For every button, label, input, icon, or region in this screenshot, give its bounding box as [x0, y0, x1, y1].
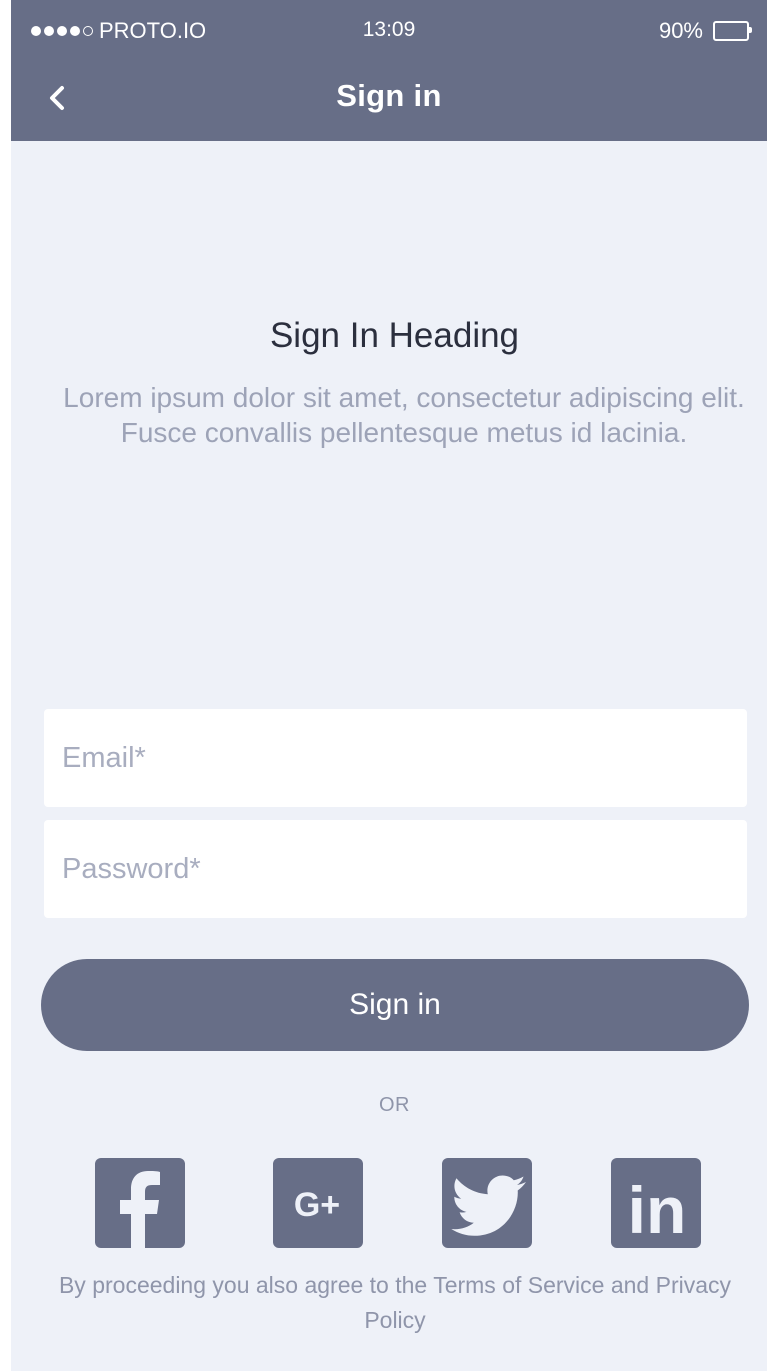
status-bar: PROTO.IO 13:09 90% — [11, 0, 767, 64]
or-divider: OR — [379, 1094, 410, 1116]
password-field[interactable] — [44, 820, 747, 918]
sign-in-button[interactable]: Sign in — [41, 959, 749, 1051]
email-field[interactable] — [44, 709, 747, 807]
linkedin-text: in — [628, 1173, 687, 1247]
linkedin-button[interactable]: in — [611, 1158, 701, 1248]
twitter-button[interactable] — [442, 1158, 532, 1248]
sign-in-heading: Sign In Heading — [269, 316, 520, 355]
status-time: 13:09 — [362, 18, 416, 41]
twitter-icon — [451, 1175, 526, 1236]
google-plus-button[interactable]: G+ — [273, 1158, 363, 1248]
sign-in-screen: PROTO.IO 13:09 90% Sign in Sign In Headi… — [11, 0, 767, 1371]
battery-status: 90% — [658, 18, 752, 44]
google-plus-text: G+ — [294, 1186, 340, 1224]
linkedin-icon: in — [628, 1173, 687, 1247]
google-plus-icon: G+ — [294, 1186, 340, 1224]
battery-percent: 90% — [658, 18, 703, 43]
facebook-button[interactable] — [95, 1158, 185, 1248]
battery-icon — [713, 21, 752, 41]
terms-notice: By proceeding you also agree to the Term… — [58, 1272, 732, 1333]
facebook-icon — [120, 1171, 160, 1248]
header: PROTO.IO 13:09 90% Sign in — [11, 0, 767, 141]
sign-in-description: Lorem ipsum dolor sit amet, consectetur … — [63, 382, 745, 448]
page-title: Sign in — [336, 78, 442, 113]
